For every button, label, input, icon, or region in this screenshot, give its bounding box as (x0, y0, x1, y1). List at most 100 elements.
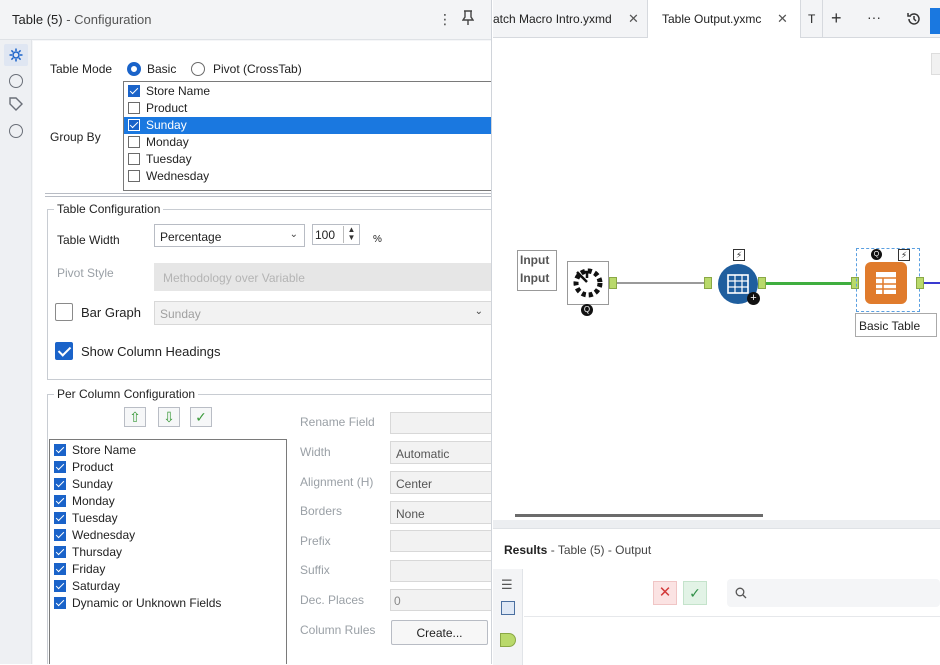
more-vertical-icon[interactable]: ⋮ (438, 11, 452, 28)
list-item[interactable]: Sunday (50, 476, 286, 493)
show-headings-checkbox[interactable] (55, 342, 73, 360)
list-item-label: Product (72, 460, 114, 474)
tab-table-output[interactable]: Table Output.yxmc ✕ (648, 0, 801, 38)
list-item-label: Store Name (72, 443, 137, 457)
checkbox[interactable] (54, 597, 66, 609)
tag-icon[interactable] (9, 97, 23, 114)
input-text-box[interactable]: Input Input (517, 250, 557, 291)
checkbox[interactable] (128, 119, 140, 131)
list-item[interactable]: Tuesday (124, 151, 491, 168)
pin-icon[interactable] (461, 10, 475, 29)
group-by-list[interactable]: Store Name Product Sunday Monday Tuesday… (123, 81, 491, 191)
checkbox[interactable] (54, 546, 66, 558)
panel-separator[interactable] (493, 520, 940, 528)
alignment-select[interactable]: Center (390, 471, 491, 494)
table-width-select[interactable]: Percentage ⌄ (154, 224, 305, 247)
list-icon[interactable]: ☰ (501, 577, 513, 593)
list-item[interactable]: Friday (50, 561, 286, 578)
help-icon[interactable] (9, 124, 23, 138)
suffix-input[interactable] (390, 560, 491, 582)
more-horizontal-icon[interactable]: ··· (867, 9, 881, 25)
checkbox[interactable] (128, 170, 140, 182)
move-down-button[interactable]: ⇩ (158, 407, 180, 427)
output-anchor[interactable] (758, 277, 766, 289)
list-item[interactable]: Store Name (124, 83, 491, 100)
rename-field-input[interactable] (390, 412, 491, 434)
column-field-list[interactable]: Store Name Product Sunday Monday Tuesday… (49, 439, 287, 664)
checkbox[interactable] (54, 529, 66, 541)
tab-batch-macro[interactable]: atch Macro Intro.yxmd ✕ (493, 0, 648, 38)
checkbox[interactable] (54, 563, 66, 575)
list-item-label: Sunday (72, 477, 113, 491)
macro-input-tool[interactable] (567, 261, 609, 305)
bar-graph-value: Sunday (160, 307, 201, 321)
plus-icon[interactable]: + (831, 8, 842, 29)
tab-overflow[interactable]: T (801, 0, 823, 38)
anchor-icon[interactable] (500, 633, 516, 647)
list-item-label: Wednesday (72, 528, 136, 542)
list-item[interactable]: Sunday (124, 117, 491, 134)
list-item[interactable]: Product (50, 459, 286, 476)
checkbox[interactable] (54, 478, 66, 490)
list-item[interactable]: Dynamic or Unknown Fields (50, 595, 286, 612)
checkbox[interactable] (128, 153, 140, 165)
checkbox[interactable] (128, 102, 140, 114)
dec-places-spinner[interactable]: 0 (390, 589, 491, 611)
list-item-label: Saturday (72, 579, 121, 593)
horizontal-scrollbar[interactable] (515, 514, 763, 517)
bar-graph-select[interactable]: Sunday ⌄ (154, 301, 491, 325)
list-item[interactable]: Wednesday (124, 168, 491, 185)
borders-select[interactable]: None (390, 501, 491, 524)
checkbox[interactable] (54, 580, 66, 592)
column-width-select[interactable]: Automatic (390, 441, 491, 464)
history-icon[interactable] (906, 11, 922, 30)
width-label: Width (300, 445, 331, 459)
input-box-line-2: Input (520, 271, 550, 285)
bar-graph-checkbox[interactable] (55, 303, 73, 321)
list-item[interactable]: Product (124, 100, 491, 117)
close-icon[interactable]: ✕ (777, 11, 788, 27)
canvas-zoom-edge[interactable] (931, 53, 940, 75)
column-width-value: Automatic (396, 447, 450, 461)
basic-table-tool[interactable] (865, 262, 907, 304)
radio-pivot[interactable] (191, 62, 205, 76)
chevron-down-icon: ⌄ (474, 306, 483, 317)
move-up-button[interactable]: ⇧ (124, 407, 146, 427)
list-item-label: Sunday (146, 118, 187, 132)
checkbox[interactable] (128, 136, 140, 148)
close-icon[interactable]: ✕ (628, 11, 639, 27)
results-search-input[interactable] (727, 579, 940, 607)
checkbox[interactable] (54, 444, 66, 456)
list-item[interactable]: Monday (124, 134, 491, 151)
list-item[interactable]: Store Name (50, 442, 286, 459)
list-item-label: Tuesday (72, 511, 118, 525)
checkbox[interactable] (54, 461, 66, 473)
list-item[interactable]: Tuesday (50, 510, 286, 527)
output-anchor[interactable] (916, 277, 924, 289)
output-anchor[interactable] (609, 277, 617, 289)
workflow-canvas[interactable]: Input Input Q ⚡ + Q ⚡ Basic Table (493, 39, 940, 519)
input-anchor[interactable] (704, 277, 712, 289)
reject-button[interactable]: ✕ (653, 581, 677, 605)
checkbox[interactable] (128, 85, 140, 97)
splitter[interactable] (45, 193, 491, 197)
list-item[interactable]: Thursday (50, 544, 286, 561)
spinner-arrows-icon[interactable]: ▲ ▼ (343, 226, 359, 243)
checkbox[interactable] (54, 495, 66, 507)
gear-icon[interactable] (9, 48, 23, 65)
list-item[interactable]: Monday (50, 493, 286, 510)
checkbox[interactable] (54, 512, 66, 524)
check-all-button[interactable]: ✓ (190, 407, 212, 427)
list-item[interactable]: Saturday (50, 578, 286, 595)
accept-button[interactable]: ✓ (683, 581, 707, 605)
list-item-label: Friday (72, 562, 106, 576)
prefix-input[interactable] (390, 530, 491, 552)
pivot-style-value: Methodology over Variable (163, 271, 305, 285)
connection-icon[interactable] (9, 74, 23, 88)
table-icon[interactable] (501, 601, 515, 615)
create-button[interactable]: Create... (391, 620, 488, 645)
list-item[interactable]: Wednesday (50, 527, 286, 544)
width-number-spinner[interactable]: 100 ▲ ▼ (312, 224, 360, 245)
results-header: Results - Table (5) - Output (504, 543, 651, 557)
radio-basic[interactable] (127, 62, 141, 76)
